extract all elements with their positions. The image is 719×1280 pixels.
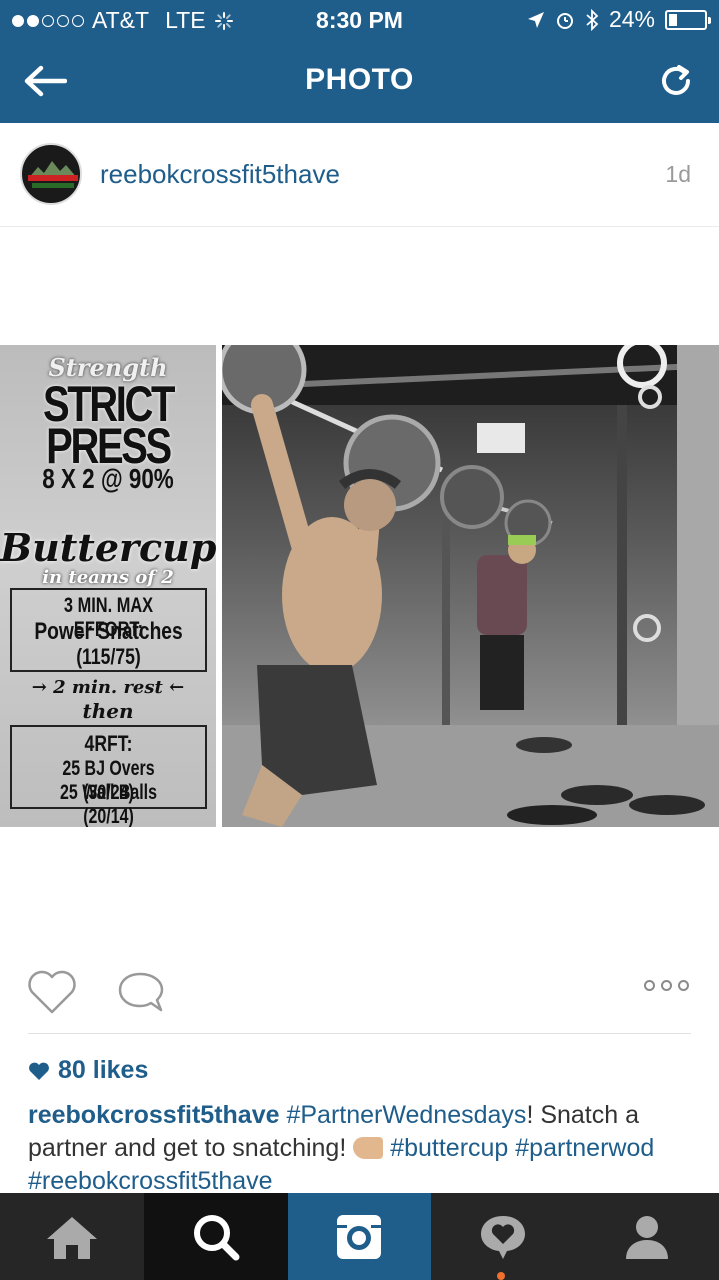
- post-actions: [0, 960, 719, 1032]
- more-dot-icon: [644, 980, 655, 991]
- bottom-tab-bar: [0, 1193, 719, 1280]
- wod-name: Buttercup: [0, 525, 216, 570]
- alarm-icon: [556, 12, 573, 29]
- heart-icon: [28, 970, 76, 1014]
- bluetooth-icon: [586, 8, 599, 31]
- likes-label: 80 likes: [58, 1056, 149, 1084]
- gym-scene-illustration: [222, 345, 719, 827]
- battery-percent: 24%: [608, 6, 655, 32]
- more-dot-icon: [678, 980, 689, 991]
- like-button[interactable]: [26, 968, 78, 1016]
- workout-panel: Strength STRICT PRESS 8 X 2 @ 90% Butter…: [0, 345, 216, 827]
- location-arrow-icon: [527, 11, 544, 28]
- refresh-button[interactable]: [651, 56, 701, 106]
- home-icon: [46, 1216, 97, 1259]
- workout-box-2: 4RFT: 25 BJ Overs (30/24) 25 Wall Balls …: [10, 725, 207, 827]
- workout-box-1: 3 MIN. MAX EFFORT: Power Snatches (115/7…: [10, 588, 207, 672]
- post-header: reebokcrossfit5thave 1d: [0, 123, 719, 227]
- battery-icon: [665, 9, 711, 30]
- post-photo[interactable]: Strength STRICT PRESS 8 X 2 @ 90% Butter…: [0, 345, 719, 827]
- logo-red-band: [28, 175, 78, 181]
- profile-icon: [626, 1215, 669, 1259]
- tab-search[interactable]: [143, 1193, 288, 1280]
- team-note: in teams of 2: [42, 567, 174, 588]
- then-note: then: [82, 699, 134, 723]
- status-bar: AT&T LTE 8:30 PM 24%: [0, 0, 719, 40]
- athlete-photo: [222, 345, 719, 827]
- activity-icon: [481, 1215, 526, 1259]
- box1-line2: Power Snatches: [34, 618, 183, 645]
- avatar[interactable]: [20, 143, 82, 205]
- box2-line1: 4RFT:: [84, 731, 133, 756]
- camera-icon: [337, 1214, 382, 1259]
- caption-username[interactable]: reebokcrossfit5thave: [28, 1101, 280, 1129]
- tab-activity[interactable]: [431, 1193, 575, 1280]
- actions-divider: [28, 1033, 691, 1034]
- refresh-icon: [662, 65, 690, 95]
- comment-bubble-icon: [118, 972, 164, 1012]
- tab-camera[interactable]: [287, 1193, 432, 1280]
- scheme-text: 8 X 2 @ 90%: [42, 463, 174, 494]
- tab-home[interactable]: [0, 1193, 144, 1280]
- page-title: PHOTO: [305, 63, 414, 96]
- post-caption: reebokcrossfit5thave #PartnerWednesdays!…: [28, 1099, 691, 1198]
- post-timestamp: 1d: [665, 161, 691, 187]
- box2-line3: 25 Wall Balls (20/14): [60, 781, 157, 827]
- tab-profile[interactable]: [575, 1193, 719, 1280]
- more-dot-icon: [661, 980, 672, 991]
- post-username[interactable]: reebokcrossfit5thave: [100, 159, 340, 190]
- rest-note: → 2 min. rest ←: [31, 677, 185, 698]
- caption-hashtag[interactable]: #buttercup: [390, 1134, 508, 1162]
- caption-hashtag[interactable]: #reebokcrossfit5thave: [28, 1167, 273, 1195]
- comment-button[interactable]: [116, 968, 166, 1016]
- caption-hashtag[interactable]: #PartnerWednesdays: [286, 1101, 526, 1129]
- more-options-button[interactable]: [644, 980, 689, 991]
- likes-count[interactable]: 80 likes: [28, 1056, 148, 1085]
- flexed-biceps-icon: [353, 1137, 384, 1159]
- status-right: 24%: [527, 6, 711, 33]
- top-bar: AT&T LTE 8:30 PM 24% PHOTO: [0, 0, 719, 123]
- heart-filled-icon: [29, 1062, 49, 1080]
- search-icon: [193, 1214, 240, 1260]
- notification-dot: [497, 1272, 505, 1280]
- caption-hashtag[interactable]: #partnerwod: [515, 1134, 654, 1162]
- box1-line3: (115/75): [76, 644, 141, 669]
- logo-green-band: [32, 183, 74, 188]
